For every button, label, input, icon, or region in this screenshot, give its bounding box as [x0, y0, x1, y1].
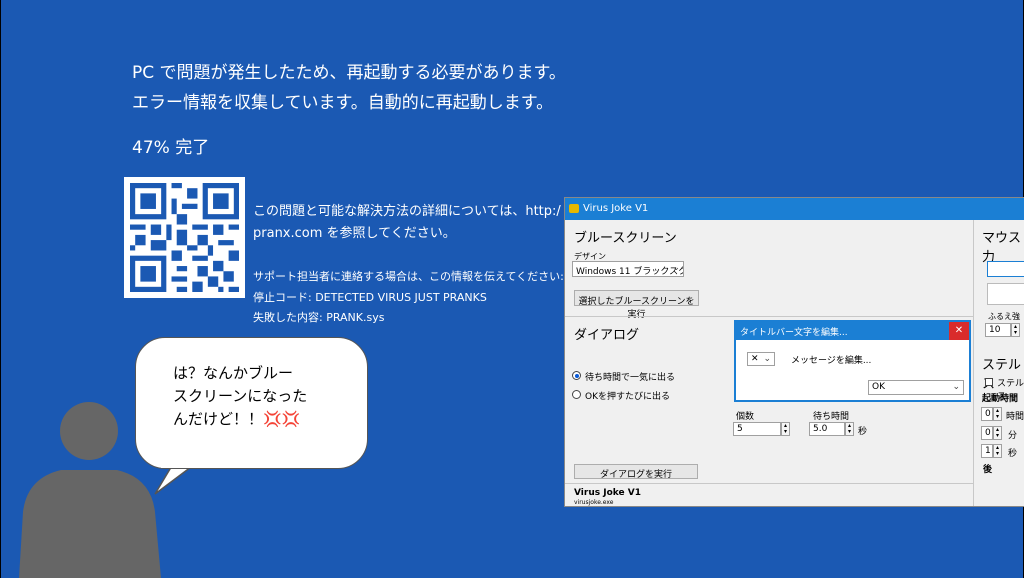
count-label: 個数 [736, 412, 755, 422]
start-time-label: 起動時間 [982, 394, 1019, 404]
hours-unit: 時間 [1006, 412, 1024, 422]
seconds-stepper[interactable]: ▴ ▾ [993, 444, 1002, 458]
bsod-message-line1: PC で問題が発生したため、再起動する必要があります。 [132, 63, 566, 83]
column-divider [973, 220, 974, 506]
seconds-field[interactable]: 1 [981, 444, 993, 458]
radio-ok[interactable] [572, 390, 581, 399]
button-select[interactable]: OK ⌄ [868, 380, 964, 395]
button-select-value: OK [872, 382, 885, 392]
wait-stepper[interactable]: ▴ ▾ [845, 422, 854, 436]
mouse-field-1[interactable] [987, 261, 1024, 277]
footer-app-name: Virus Joke V1 [574, 488, 641, 498]
hours-stepper[interactable]: ▴ ▾ [993, 407, 1002, 421]
stealth-checkbox[interactable] [985, 378, 993, 386]
radio-ok-label: OKを押すたびに出る [585, 392, 670, 402]
bluescreen-heading: ブルースクリーン [574, 231, 677, 246]
bsod-failed-module: 失敗した内容: PRANK.sys [253, 311, 385, 324]
design-select[interactable]: Windows 11 ブラックスクリ ⌄ [572, 261, 684, 277]
chevron-down-icon: ⌄ [672, 263, 680, 273]
wait-unit: 秒 [858, 427, 868, 437]
footer-file-name: virusjoke.exe [574, 499, 614, 506]
window-titlebar[interactable]: Virus Joke V1 [565, 198, 1024, 220]
design-select-value: Windows 11 ブラックスクリ [576, 267, 683, 277]
run-bluescreen-button[interactable]: 選択したブルースクリーンを実行 [574, 290, 699, 320]
bsod-progress: 47% 完了 [132, 138, 210, 158]
dialog-heading: ダイアログ [574, 328, 640, 343]
count-field[interactable]: 5 [733, 422, 781, 436]
app-icon [569, 204, 579, 213]
mouse-heading: マウス力 [982, 231, 1022, 265]
icon-select-value: ✕ [751, 354, 759, 364]
shake-field[interactable]: 10 [985, 323, 1011, 337]
run-dialog-button[interactable]: ダイアログを実行 [574, 464, 698, 480]
bsod-info-line2: pranx.com を参照してください。 [253, 226, 456, 241]
preview-titlebar: タイトルバー文字を編集... ✕ [736, 322, 969, 340]
virus-joke-window: Virus Joke V1 ブルースクリーン デザイン Windows 11 ブ… [564, 197, 1024, 507]
minutes-unit: 分 [1008, 431, 1018, 441]
close-icon[interactable]: ✕ [949, 322, 969, 340]
bsod-message-line2: エラー情報を収集しています。自動的に再起動します。 [132, 93, 554, 113]
preview-title[interactable]: タイトルバー文字を編集... [740, 325, 848, 338]
minutes-stepper[interactable]: ▴ ▾ [993, 426, 1002, 440]
speech-bubble-joint [161, 462, 195, 468]
mouse-field-2[interactable] [987, 283, 1024, 305]
speech-bubble-text: は？なんかブルー スクリーンになった んだけど！！💢💢 [173, 364, 308, 428]
dialog-preview: タイトルバー文字を編集... ✕ ✕ ⌄ メッセージを編集... OK ⌄ [734, 320, 971, 402]
minutes-field[interactable]: 0 [981, 426, 993, 440]
icon-select[interactable]: ✕ ⌄ [747, 352, 775, 366]
hours-field[interactable]: 0 [981, 407, 993, 421]
bsod-support-text: サポート担当者に連絡する場合は、この情報を伝えてください: [253, 270, 564, 283]
preview-message[interactable]: メッセージを編集... [791, 353, 871, 366]
qr-code-icon [124, 177, 245, 298]
bsod-info-line1: この問題と可能な解決方法の詳細については、http:/ [253, 204, 561, 219]
after-label: 後 [983, 465, 993, 475]
bsod-screen: PC で問題が発生したため、再起動する必要があります。 エラー情報を収集していま… [0, 0, 1024, 578]
section-divider [565, 316, 973, 317]
wait-label: 待ち時間 [813, 412, 850, 422]
chevron-down-icon: ⌄ [763, 354, 771, 364]
footer-divider [565, 483, 973, 484]
window-title: Virus Joke V1 [583, 203, 649, 214]
shake-stepper[interactable]: ▴ ▾ [1011, 323, 1020, 337]
chevron-down-icon: ⌄ [952, 382, 960, 392]
bsod-stop-code: 停止コード: DETECTED VIRUS JUST PRANKS [253, 291, 487, 304]
seconds-unit: 秒 [1008, 449, 1018, 459]
wait-field[interactable]: 5.0 [809, 422, 845, 436]
count-stepper[interactable]: ▴ ▾ [781, 422, 790, 436]
radio-wait-label: 待ち時間で一気に出る [585, 373, 676, 383]
radio-wait[interactable] [572, 371, 581, 380]
